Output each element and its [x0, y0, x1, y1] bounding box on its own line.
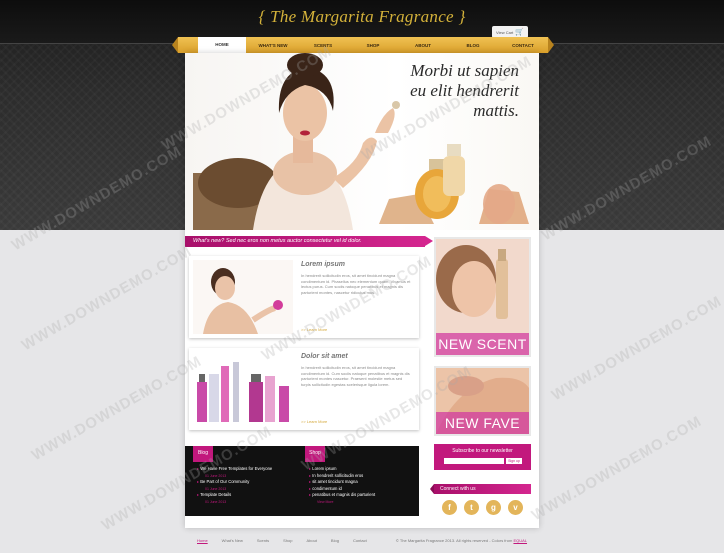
article-bottles-image[interactable]: [193, 352, 293, 426]
shop-tab[interactable]: Shop: [305, 446, 325, 462]
hero-tagline: Morbi ut sapien eu elit hendrerit mattis…: [359, 61, 519, 121]
copyright-text: © The Margarita Fragrance 2013. All righ…: [396, 538, 527, 543]
footer: Home What's New Scents Shop About Blog C…: [185, 531, 539, 549]
watermark: WWW.DOWNDEMO.COM: [528, 412, 705, 525]
newsletter-form: Sign up: [444, 458, 522, 464]
facebook-icon[interactable]: f: [442, 500, 457, 515]
article-card: Dolor sit amet In hendrerit sollicitudin…: [189, 348, 419, 430]
connect-box: Connect with us f t g v: [430, 484, 531, 524]
blog-date: 01 June 2013: [205, 499, 227, 504]
footer-link-blog[interactable]: Blog: [331, 538, 339, 543]
newsletter-box: Subscribe to our newsletter Sign up: [434, 444, 531, 470]
hero-tagline-line1: Morbi ut sapien: [410, 61, 519, 80]
promo-caption: NEW SCENT: [436, 333, 529, 355]
social-icons: f t g v: [434, 500, 531, 515]
nav-item-whats-new[interactable]: WHAT'S NEW: [248, 43, 298, 48]
footer-panel: Blog We Have Free Templates for Everyone…: [185, 446, 419, 516]
hero-tagline-line3: mattis.: [473, 101, 519, 120]
footer-link-contact[interactable]: Contact: [353, 538, 367, 543]
nav-item-shop[interactable]: SHOP: [348, 43, 398, 48]
nav-item-home[interactable]: HOME: [198, 37, 246, 53]
google-icon[interactable]: g: [486, 500, 501, 515]
article-title: Lorem ipsum: [301, 261, 345, 268]
article-title: Dolor sit amet: [301, 353, 348, 360]
footer-link-home[interactable]: Home: [197, 538, 208, 543]
article-card: Lorem ipsum In hendrerit sollicitudin er…: [189, 256, 419, 338]
nav-item-about[interactable]: ABOUT: [398, 43, 448, 48]
watermark: WWW.DOWNDEMO.COM: [548, 292, 724, 405]
newsletter-label: Subscribe to our newsletter: [452, 448, 513, 454]
whats-new-banner: What's new? Sed nec eros non metus aucto…: [185, 236, 433, 247]
shop-list: Lorem ipsum In hendrerit sollicitudin er…: [309, 466, 419, 505]
article-woman-image[interactable]: [193, 260, 293, 334]
perfume-bottles-image: [379, 144, 529, 224]
nav-item-contact[interactable]: CONTACT: [498, 43, 548, 48]
footer-link-about[interactable]: About: [306, 538, 316, 543]
hero-tagline-line2: eu elit hendrerit: [410, 81, 519, 100]
footer-link-whats-new[interactable]: What's New: [222, 538, 243, 543]
nav-item-blog[interactable]: BLOG: [448, 43, 498, 48]
shop-view-more[interactable]: View More: [309, 499, 419, 506]
promo-new-scent[interactable]: NEW SCENT: [434, 237, 531, 357]
promo-caption: NEW FAVE: [436, 412, 529, 434]
promo-new-fave[interactable]: NEW FAVE: [434, 366, 531, 436]
view-cart-label: View Cart: [496, 29, 514, 35]
cart-icon: 🛒: [515, 28, 524, 36]
blog-tab[interactable]: Blog: [193, 446, 213, 462]
main-nav: HOME WHAT'S NEW SCENTS SHOP ABOUT BLOG C…: [172, 37, 554, 53]
twitter-icon[interactable]: t: [464, 500, 479, 515]
watermark: WWW.DOWNDEMO.COM: [18, 242, 195, 355]
watermark: WWW.DOWNDEMO.COM: [28, 352, 205, 465]
learn-more-link[interactable]: >> Learn More: [301, 327, 327, 332]
hero-banner: Morbi ut sapien eu elit hendrerit mattis…: [185, 53, 539, 230]
newsletter-email-input[interactable]: [444, 458, 504, 464]
copyright-label: © The Margarita Fragrance 2013. All righ…: [395, 537, 513, 543]
learn-more-link[interactable]: >> Learn More: [301, 419, 327, 424]
article-body: In hendrerit sollicitudin eros, sit amet…: [301, 273, 411, 295]
nav-item-scents[interactable]: SCENTS: [298, 43, 348, 48]
newsletter-signup-button[interactable]: Sign up: [506, 458, 522, 464]
copyright-link[interactable]: EQUAL: [513, 538, 527, 543]
vimeo-icon[interactable]: v: [508, 500, 523, 515]
footer-link-scents[interactable]: Scents: [257, 538, 269, 543]
blog-list: We Have Free Templates for Everyone 01 J…: [197, 466, 307, 505]
article-body: In hendrerit sollicitudin eros, sit amet…: [301, 365, 410, 387]
connect-heading: Connect with us: [430, 484, 531, 494]
site-logo[interactable]: { The Margarita Fragrance }: [0, 7, 724, 27]
footer-link-shop[interactable]: Shop: [283, 538, 292, 543]
